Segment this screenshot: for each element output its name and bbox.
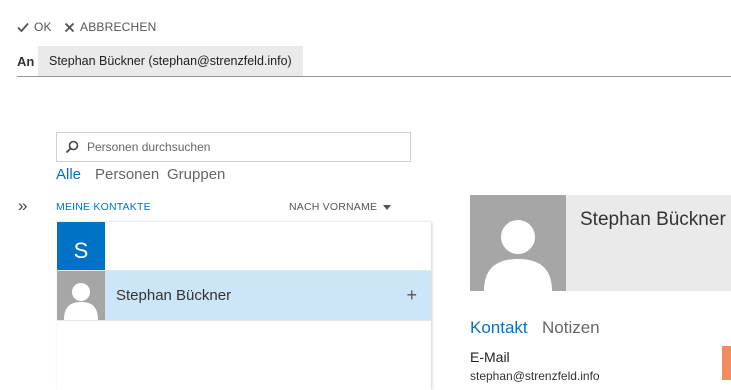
detail-header: Stephan Bückner [470,195,731,291]
contact-list: S Stephan Bückner + [57,222,431,390]
filter-tab-all[interactable]: Alle [56,166,81,183]
cancel-button[interactable]: ABBRECHEN [64,18,156,36]
to-label: An [17,54,35,69]
search-icon [65,140,79,154]
person-icon [484,220,552,291]
to-underline [17,76,731,77]
contact-name: Stephan Bückner [116,287,232,304]
detail-name: Stephan Bückner [580,209,726,230]
my-contacts-link[interactable]: MEINE KONTAKTE [56,201,151,213]
add-contact-icon[interactable]: + [406,285,417,306]
email-label: E-Mail [470,349,510,365]
ok-label: OK [34,20,52,34]
ok-button[interactable]: OK [17,18,52,36]
sort-dropdown[interactable]: NACH VORNAME [289,201,392,213]
chevron-down-icon [383,204,392,210]
recipient-chip[interactable]: Stephan Bückner (stephan@strenzfeld.info… [38,46,303,76]
expand-icon[interactable]: » [18,197,27,215]
avatar [57,271,105,320]
filter-tab-people[interactable]: Personen [95,166,159,183]
tab-contact[interactable]: Kontakt [470,318,528,338]
search-box [56,132,411,162]
filter-tab-groups[interactable]: Gruppen [167,166,225,183]
cancel-label: ABBRECHEN [80,20,157,34]
close-icon [64,22,75,32]
sort-label: NACH VORNAME [289,201,378,213]
letter-header-s: S [57,222,105,270]
presence-bar [722,346,731,380]
checkmark-icon [17,22,29,33]
contact-row[interactable]: Stephan Bückner + [57,271,431,320]
search-input[interactable] [87,140,387,154]
email-value[interactable]: stephan@strenzfeld.info [470,369,600,383]
tab-notes[interactable]: Notizen [542,318,600,338]
row-divider [57,320,431,321]
detail-avatar [470,195,566,291]
person-icon [64,283,98,320]
